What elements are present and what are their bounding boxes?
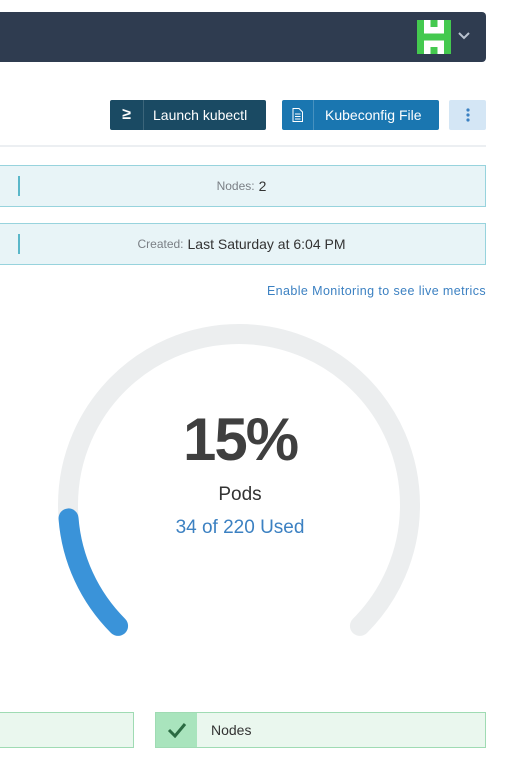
more-actions-button[interactable]	[449, 100, 486, 130]
top-navigation-bar	[0, 12, 486, 62]
checkmark-icon	[156, 713, 197, 747]
launch-kubectl-button[interactable]: ≥ Launch kubectl	[110, 100, 266, 130]
gauge-percent: 15%	[182, 406, 299, 473]
created-info-row: Created: Last Saturday at 6:04 PM	[0, 223, 486, 265]
enable-monitoring-link[interactable]: Enable Monitoring to see live metrics	[267, 284, 486, 298]
chevron-down-icon[interactable]	[457, 31, 471, 41]
created-value: Last Saturday at 6:04 PM	[187, 236, 346, 252]
gauge-label: Pods	[218, 484, 262, 505]
pods-gauge	[58, 324, 420, 636]
gauge-track	[58, 324, 420, 636]
launch-kubectl-label: Launch kubectl	[153, 107, 248, 123]
file-icon	[282, 100, 314, 130]
status-card	[0, 712, 134, 748]
section-divider	[0, 145, 486, 147]
row-separator	[18, 234, 20, 254]
kubeconfig-file-button[interactable]: Kubeconfig File	[282, 100, 439, 130]
nodes-info-row: Nodes: 2	[0, 165, 486, 207]
terminal-prompt-icon: ≥	[110, 100, 144, 130]
user-avatar-icon[interactable]	[417, 20, 451, 54]
created-key: Created:	[137, 237, 184, 251]
vertical-dots-icon	[465, 108, 470, 122]
row-separator	[18, 176, 20, 196]
nodes-key: Nodes:	[216, 179, 255, 193]
nodes-status-card: Nodes	[155, 712, 486, 748]
gauge-used-count: 34 of 220 Used	[175, 517, 305, 538]
kubeconfig-file-label: Kubeconfig File	[325, 107, 422, 123]
nodes-value: 2	[258, 178, 267, 194]
nodes-status-label: Nodes	[211, 722, 252, 738]
